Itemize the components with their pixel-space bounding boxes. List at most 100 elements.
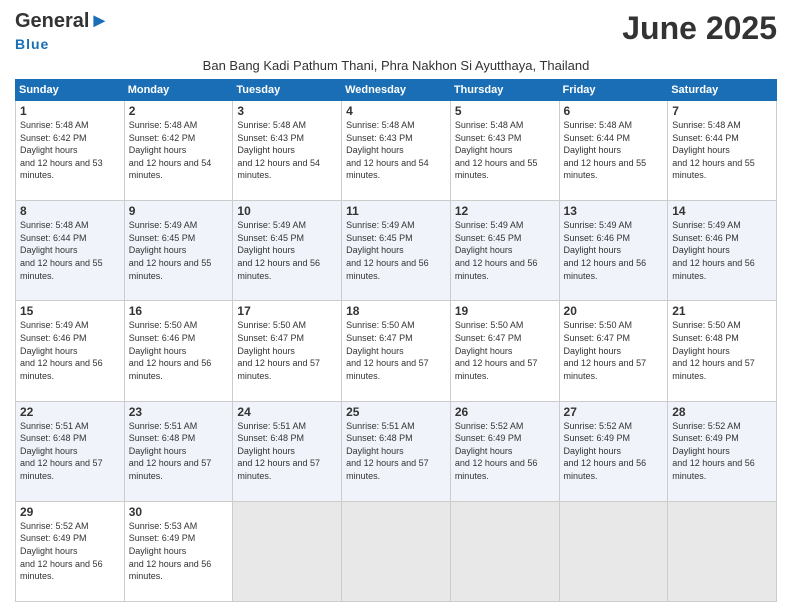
day-info: Sunrise: 5:51 AMSunset: 6:48 PMDaylight … (20, 421, 103, 481)
day-info: Sunrise: 5:51 AMSunset: 6:48 PMDaylight … (237, 421, 320, 481)
day-info: Sunrise: 5:52 AMSunset: 6:49 PMDaylight … (20, 521, 103, 581)
day-number: 25 (346, 405, 446, 419)
header-wednesday: Wednesday (342, 80, 451, 101)
day-info: Sunrise: 5:52 AMSunset: 6:49 PMDaylight … (564, 421, 647, 481)
day-number: 20 (564, 304, 664, 318)
table-row (342, 501, 451, 601)
calendar-week-row: 29 Sunrise: 5:52 AMSunset: 6:49 PMDaylig… (16, 501, 777, 601)
header-friday: Friday (559, 80, 668, 101)
calendar-table: Sunday Monday Tuesday Wednesday Thursday… (15, 79, 777, 602)
table-row: 8 Sunrise: 5:48 AMSunset: 6:44 PMDayligh… (16, 201, 125, 301)
table-row: 14 Sunrise: 5:49 AMSunset: 6:46 PMDaylig… (668, 201, 777, 301)
day-number: 2 (129, 104, 229, 118)
day-info: Sunrise: 5:48 AMSunset: 6:42 PMDaylight … (20, 120, 103, 180)
day-info: Sunrise: 5:53 AMSunset: 6:49 PMDaylight … (129, 521, 212, 581)
table-row (559, 501, 668, 601)
table-row: 9 Sunrise: 5:49 AMSunset: 6:45 PMDayligh… (124, 201, 233, 301)
day-number: 3 (237, 104, 337, 118)
header-saturday: Saturday (668, 80, 777, 101)
table-row: 26 Sunrise: 5:52 AMSunset: 6:49 PMDaylig… (450, 401, 559, 501)
day-number: 21 (672, 304, 772, 318)
logo: General► Blue (15, 10, 109, 54)
table-row: 24 Sunrise: 5:51 AMSunset: 6:48 PMDaylig… (233, 401, 342, 501)
day-number: 17 (237, 304, 337, 318)
table-row: 4 Sunrise: 5:48 AMSunset: 6:43 PMDayligh… (342, 101, 451, 201)
day-info: Sunrise: 5:49 AMSunset: 6:45 PMDaylight … (129, 220, 212, 280)
day-info: Sunrise: 5:48 AMSunset: 6:44 PMDaylight … (564, 120, 647, 180)
day-info: Sunrise: 5:49 AMSunset: 6:45 PMDaylight … (346, 220, 429, 280)
table-row (668, 501, 777, 601)
day-number: 28 (672, 405, 772, 419)
day-info: Sunrise: 5:51 AMSunset: 6:48 PMDaylight … (129, 421, 212, 481)
day-number: 13 (564, 204, 664, 218)
calendar-week-row: 1 Sunrise: 5:48 AMSunset: 6:42 PMDayligh… (16, 101, 777, 201)
table-row: 19 Sunrise: 5:50 AMSunset: 6:47 PMDaylig… (450, 301, 559, 401)
table-row: 17 Sunrise: 5:50 AMSunset: 6:47 PMDaylig… (233, 301, 342, 401)
page: General► Blue June 2025 Ban Bang Kadi Pa… (0, 0, 792, 612)
calendar-header-row: Sunday Monday Tuesday Wednesday Thursday… (16, 80, 777, 101)
day-info: Sunrise: 5:49 AMSunset: 6:46 PMDaylight … (672, 220, 755, 280)
day-number: 11 (346, 204, 446, 218)
table-row: 12 Sunrise: 5:49 AMSunset: 6:45 PMDaylig… (450, 201, 559, 301)
table-row (233, 501, 342, 601)
table-row: 7 Sunrise: 5:48 AMSunset: 6:44 PMDayligh… (668, 101, 777, 201)
day-info: Sunrise: 5:50 AMSunset: 6:47 PMDaylight … (564, 320, 647, 380)
month-title: June 2025 (622, 10, 777, 47)
table-row: 27 Sunrise: 5:52 AMSunset: 6:49 PMDaylig… (559, 401, 668, 501)
day-info: Sunrise: 5:52 AMSunset: 6:49 PMDaylight … (672, 421, 755, 481)
table-row: 20 Sunrise: 5:50 AMSunset: 6:47 PMDaylig… (559, 301, 668, 401)
table-row: 23 Sunrise: 5:51 AMSunset: 6:48 PMDaylig… (124, 401, 233, 501)
day-number: 12 (455, 204, 555, 218)
day-number: 26 (455, 405, 555, 419)
day-number: 19 (455, 304, 555, 318)
table-row: 16 Sunrise: 5:50 AMSunset: 6:46 PMDaylig… (124, 301, 233, 401)
table-row: 10 Sunrise: 5:49 AMSunset: 6:45 PMDaylig… (233, 201, 342, 301)
header-tuesday: Tuesday (233, 80, 342, 101)
table-row: 22 Sunrise: 5:51 AMSunset: 6:48 PMDaylig… (16, 401, 125, 501)
table-row: 13 Sunrise: 5:49 AMSunset: 6:46 PMDaylig… (559, 201, 668, 301)
table-row: 30 Sunrise: 5:53 AMSunset: 6:49 PMDaylig… (124, 501, 233, 601)
day-number: 22 (20, 405, 120, 419)
header-monday: Monday (124, 80, 233, 101)
table-row: 1 Sunrise: 5:48 AMSunset: 6:42 PMDayligh… (16, 101, 125, 201)
day-info: Sunrise: 5:49 AMSunset: 6:46 PMDaylight … (20, 320, 103, 380)
day-info: Sunrise: 5:50 AMSunset: 6:47 PMDaylight … (455, 320, 538, 380)
subtitle: Ban Bang Kadi Pathum Thani, Phra Nakhon … (15, 58, 777, 73)
table-row: 11 Sunrise: 5:49 AMSunset: 6:45 PMDaylig… (342, 201, 451, 301)
calendar-week-row: 22 Sunrise: 5:51 AMSunset: 6:48 PMDaylig… (16, 401, 777, 501)
day-number: 6 (564, 104, 664, 118)
day-number: 15 (20, 304, 120, 318)
table-row: 25 Sunrise: 5:51 AMSunset: 6:48 PMDaylig… (342, 401, 451, 501)
day-number: 9 (129, 204, 229, 218)
day-number: 5 (455, 104, 555, 118)
day-number: 30 (129, 505, 229, 519)
day-number: 8 (20, 204, 120, 218)
header: General► Blue June 2025 (15, 10, 777, 54)
day-info: Sunrise: 5:49 AMSunset: 6:45 PMDaylight … (237, 220, 320, 280)
day-number: 29 (20, 505, 120, 519)
day-number: 14 (672, 204, 772, 218)
table-row: 29 Sunrise: 5:52 AMSunset: 6:49 PMDaylig… (16, 501, 125, 601)
day-number: 16 (129, 304, 229, 318)
day-info: Sunrise: 5:48 AMSunset: 6:43 PMDaylight … (455, 120, 538, 180)
day-number: 10 (237, 204, 337, 218)
day-number: 7 (672, 104, 772, 118)
day-info: Sunrise: 5:48 AMSunset: 6:44 PMDaylight … (20, 220, 103, 280)
day-info: Sunrise: 5:48 AMSunset: 6:43 PMDaylight … (237, 120, 320, 180)
day-info: Sunrise: 5:50 AMSunset: 6:46 PMDaylight … (129, 320, 212, 380)
header-sunday: Sunday (16, 80, 125, 101)
day-info: Sunrise: 5:50 AMSunset: 6:47 PMDaylight … (346, 320, 429, 380)
table-row: 15 Sunrise: 5:49 AMSunset: 6:46 PMDaylig… (16, 301, 125, 401)
table-row: 3 Sunrise: 5:48 AMSunset: 6:43 PMDayligh… (233, 101, 342, 201)
day-info: Sunrise: 5:50 AMSunset: 6:48 PMDaylight … (672, 320, 755, 380)
day-number: 24 (237, 405, 337, 419)
day-number: 27 (564, 405, 664, 419)
calendar-week-row: 8 Sunrise: 5:48 AMSunset: 6:44 PMDayligh… (16, 201, 777, 301)
day-info: Sunrise: 5:52 AMSunset: 6:49 PMDaylight … (455, 421, 538, 481)
table-row: 5 Sunrise: 5:48 AMSunset: 6:43 PMDayligh… (450, 101, 559, 201)
day-info: Sunrise: 5:48 AMSunset: 6:43 PMDaylight … (346, 120, 429, 180)
table-row: 18 Sunrise: 5:50 AMSunset: 6:47 PMDaylig… (342, 301, 451, 401)
day-info: Sunrise: 5:51 AMSunset: 6:48 PMDaylight … (346, 421, 429, 481)
logo-name: General► Blue (15, 10, 109, 54)
day-number: 4 (346, 104, 446, 118)
